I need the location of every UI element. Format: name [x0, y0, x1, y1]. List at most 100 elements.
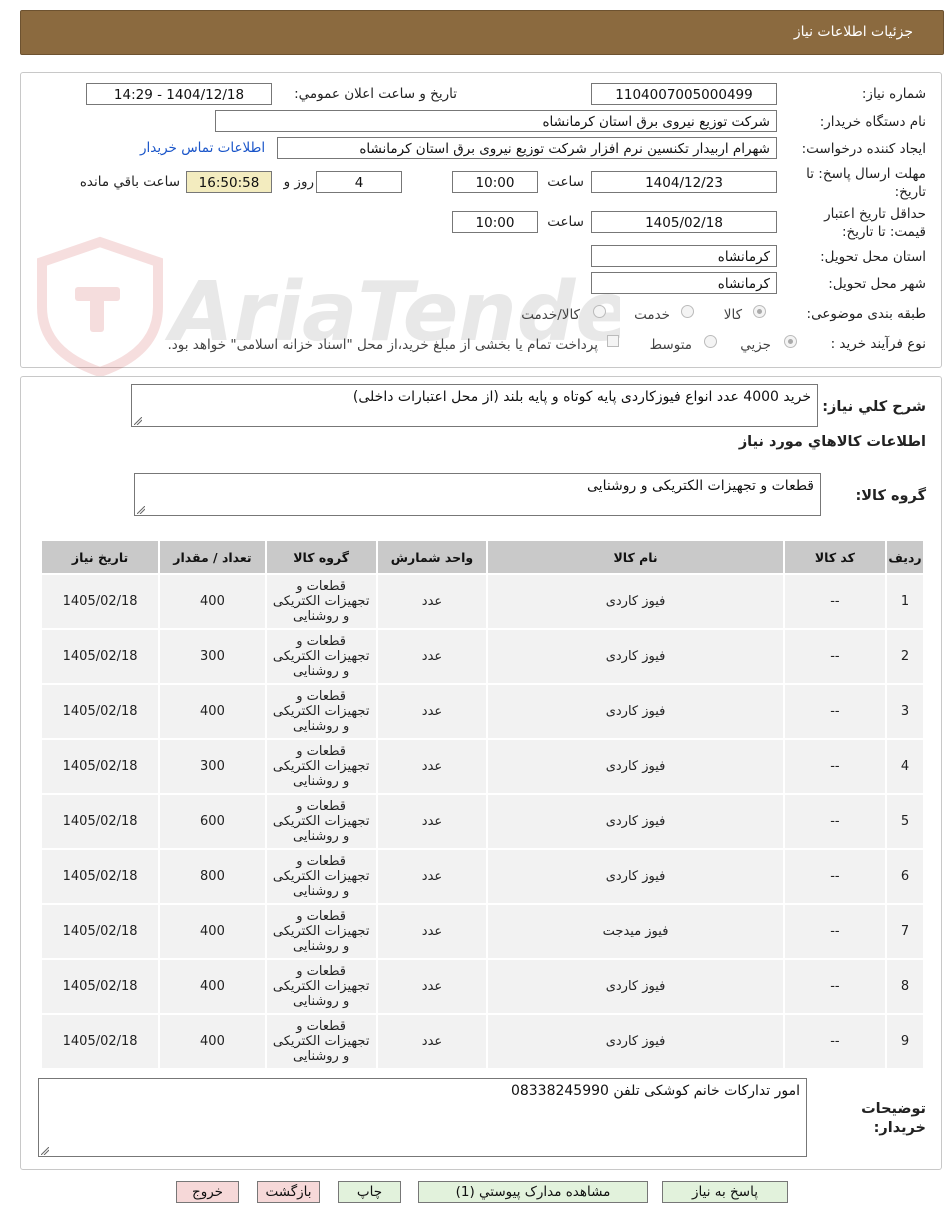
- category-goods-radio[interactable]: [753, 305, 766, 318]
- item-name-cell: فیوز میدجت: [486, 903, 785, 960]
- table-row: 1 -- فیوز کاردی عدد قطعات و تجهیزات الکتریکی…: [39, 573, 925, 630]
- validity-label: حداقل تاريخ اعتبار قيمت: تا تاريخ:: [824, 206, 926, 240]
- process-minor-radio[interactable]: [784, 335, 797, 348]
- item-date-cell: 1405/02/18: [39, 738, 161, 795]
- exit-button[interactable]: خروج: [176, 1181, 239, 1203]
- item-unit-cell: عدد: [375, 738, 489, 795]
- item-date-cell: 1405/02/18: [39, 573, 161, 630]
- description-text: خرید 4000 عدد انواع فیوزکاردی پایه کوتاه…: [131, 384, 818, 427]
- item-date-cell: 1405/02/18: [39, 848, 161, 905]
- table-header-row: رديف کد کالا نام کالا واحد شمارش گروه کا…: [39, 539, 925, 575]
- validity-time-field: 10:00: [452, 211, 538, 233]
- back-button[interactable]: بازگشت: [257, 1181, 320, 1203]
- province-field: کرمانشاه: [591, 245, 777, 267]
- remaining-time-field: 16:50:58: [186, 171, 272, 193]
- item-unit-cell: عدد: [375, 1013, 489, 1070]
- buyer-org-label: نام دستگاه خريدار:: [819, 114, 926, 130]
- announce-label: تاريخ و ساعت اعلان عمومي:: [294, 86, 457, 102]
- item-unit-cell: عدد: [375, 683, 489, 740]
- announce-field: 1404/12/18 - 14:29: [86, 83, 272, 105]
- item-unit-cell: عدد: [375, 903, 489, 960]
- resize-grip-icon[interactable]: [41, 1147, 49, 1155]
- buyer-notes-field: امور تدارکات خانم کوشکی تلفن 08338245990: [38, 1078, 807, 1157]
- goods-group-label: گروه کالا:: [855, 488, 926, 504]
- item-group-cell: قطعات و تجهیزات الکتریکی و روشنایی: [264, 573, 378, 630]
- row-index-cell: 9: [885, 1013, 925, 1070]
- validity-time-label: ساعت: [547, 214, 584, 230]
- table-row: 6 -- فیوز کاردی عدد قطعات و تجهیزات الکتریکی…: [39, 848, 925, 905]
- item-code-cell: --: [782, 738, 888, 795]
- item-qty-cell: 300: [158, 628, 267, 685]
- item-unit-cell: عدد: [375, 573, 489, 630]
- item-code-cell: --: [782, 958, 888, 1015]
- attachments-button[interactable]: مشاهده مدارک پيوستي (1): [418, 1181, 648, 1203]
- print-button[interactable]: چاپ: [338, 1181, 401, 1203]
- page-header: جزئيات اطلاعات نياز: [20, 10, 944, 55]
- col-qty-header: تعداد / مقدار: [158, 539, 267, 575]
- item-qty-cell: 800: [158, 848, 267, 905]
- item-date-cell: 1405/02/18: [39, 628, 161, 685]
- resize-grip-icon[interactable]: [134, 417, 142, 425]
- need-number-label: شماره نياز:: [861, 86, 926, 102]
- item-code-cell: --: [782, 793, 888, 850]
- buyer-org-field: شرکت توزیع نیروی برق استان کرمانشاه: [215, 110, 777, 132]
- category-service-label: خدمت: [634, 307, 670, 323]
- col-code-header: کد کالا: [782, 539, 888, 575]
- item-name-cell: فیوز کاردی: [486, 573, 785, 630]
- row-index-cell: 5: [885, 793, 925, 850]
- item-unit-cell: عدد: [375, 628, 489, 685]
- row-index-cell: 4: [885, 738, 925, 795]
- validity-date-field: 1405/02/18: [591, 211, 777, 233]
- province-label: استان محل تحويل:: [820, 249, 926, 265]
- item-group-cell: قطعات و تجهیزات الکتریکی و روشنایی: [264, 1013, 378, 1070]
- item-group-cell: قطعات و تجهیزات الکتریکی و روشنایی: [264, 683, 378, 740]
- process-label: نوع فرآيند خريد :: [830, 336, 926, 352]
- row-index-cell: 3: [885, 683, 925, 740]
- col-group-header: گروه کالا: [264, 539, 378, 575]
- row-index-cell: 2: [885, 628, 925, 685]
- table-row: 4 -- فیوز کاردی عدد قطعات و تجهیزات الکتریکی…: [39, 738, 925, 795]
- item-name-cell: فیوز کاردی: [486, 1013, 785, 1070]
- item-date-cell: 1405/02/18: [39, 958, 161, 1015]
- row-index-cell: 7: [885, 903, 925, 960]
- item-qty-cell: 400: [158, 903, 267, 960]
- process-minor-label: جزيي: [740, 337, 771, 353]
- row-index-cell: 1: [885, 573, 925, 630]
- remaining-label: ساعت باقي مانده: [79, 174, 180, 190]
- item-qty-cell: 400: [158, 958, 267, 1015]
- buyer-notes-label: توضيحات خريدار:: [861, 1101, 926, 1136]
- treasury-payment-checkbox[interactable]: [607, 335, 619, 347]
- item-unit-cell: عدد: [375, 848, 489, 905]
- category-service-radio[interactable]: [681, 305, 694, 318]
- deadline-date-field: 1404/12/23: [591, 171, 777, 193]
- days-label: روز و: [283, 174, 314, 190]
- col-date-header: تاريخ نياز: [39, 539, 161, 575]
- category-both-radio[interactable]: [593, 305, 606, 318]
- resize-grip-icon[interactable]: [137, 506, 145, 514]
- process-medium-radio[interactable]: [704, 335, 717, 348]
- item-name-cell: فیوز کاردی: [486, 793, 785, 850]
- item-group-cell: قطعات و تجهیزات الکتریکی و روشنایی: [264, 903, 378, 960]
- item-code-cell: --: [782, 628, 888, 685]
- need-number-field: 1104007005000499: [591, 83, 777, 105]
- item-group-cell: قطعات و تجهیزات الکتریکی و روشنایی: [264, 793, 378, 850]
- item-date-cell: 1405/02/18: [39, 683, 161, 740]
- item-code-cell: --: [782, 848, 888, 905]
- city-label: شهر محل تحويل:: [828, 276, 926, 292]
- item-group-cell: قطعات و تجهیزات الکتریکی و روشنایی: [264, 958, 378, 1015]
- item-unit-cell: عدد: [375, 958, 489, 1015]
- item-name-cell: فیوز کاردی: [486, 848, 785, 905]
- table-row: 3 -- فیوز کاردی عدد قطعات و تجهیزات الکتریکی…: [39, 683, 925, 740]
- buyer-contact-link[interactable]: اطلاعات تماس خريدار: [140, 140, 265, 156]
- col-name-header: نام کالا: [486, 539, 785, 575]
- description-label: شرح کلي نياز:: [822, 399, 926, 415]
- row-index-cell: 6: [885, 848, 925, 905]
- item-qty-cell: 400: [158, 683, 267, 740]
- table-row: 2 -- فیوز کاردی عدد قطعات و تجهیزات الکتریکی…: [39, 628, 925, 685]
- creator-field: شهرام اربیدار تکنسین نرم افزار شرکت توزی…: [277, 137, 777, 159]
- item-date-cell: 1405/02/18: [39, 1013, 161, 1070]
- deadline-time-label: ساعت: [547, 174, 584, 190]
- process-medium-label: متوسط: [649, 337, 692, 353]
- reply-button[interactable]: پاسخ به نياز: [662, 1181, 788, 1203]
- description-content: خرید 4000 عدد انواع فیوزکاردی پایه کوتاه…: [352, 389, 811, 405]
